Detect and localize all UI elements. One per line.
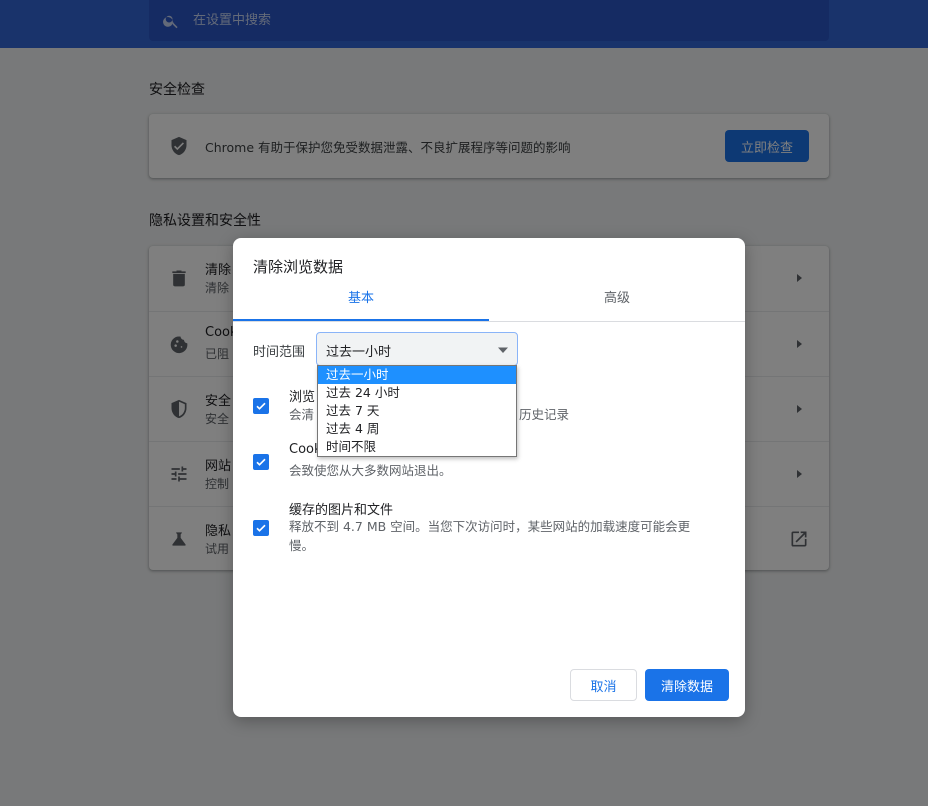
time-range-option-7d[interactable]: 过去 7 天: [318, 402, 516, 420]
time-range-option-4w[interactable]: 过去 4 周: [318, 420, 516, 438]
cookies-checkbox[interactable]: [253, 454, 269, 470]
browsing-history-title: 浏览: [289, 390, 316, 405]
tab-basic[interactable]: 基本: [233, 282, 489, 321]
browsing-history-description-tail: 历史记录: [519, 407, 570, 422]
cancel-button[interactable]: 取消: [570, 669, 637, 701]
dialog-tabs: 基本 高级: [233, 282, 745, 322]
time-range-dropdown: 过去一小时 过去 24 小时 过去 7 天 过去 4 周 时间不限: [317, 365, 517, 457]
caret-down-icon: [497, 344, 509, 356]
time-range-label: 时间范围: [253, 345, 306, 360]
clear-data-button[interactable]: 清除数据: [645, 669, 729, 701]
time-range-option-all[interactable]: 时间不限: [318, 438, 516, 456]
clear-browsing-data-dialog: 清除浏览数据 基本 高级 时间范围 过去一小时 浏览 会清 历史记录 Cook …: [233, 238, 745, 717]
time-range-option-24h[interactable]: 过去 24 小时: [318, 384, 516, 402]
cookies-description: 会致使您从大多数网站退出。: [289, 463, 452, 478]
time-range-value: 过去一小时: [326, 345, 392, 360]
cached-files-checkbox[interactable]: [253, 520, 269, 536]
cached-files-description: 释放不到 4.7 MB 空间。当您下次访问时，某些网站的加载速度可能会更慢。: [289, 519, 691, 553]
time-range-select[interactable]: 过去一小时: [316, 332, 518, 366]
tab-advanced[interactable]: 高级: [489, 282, 745, 321]
browsing-history-checkbox[interactable]: [253, 398, 269, 414]
dialog-title: 清除浏览数据: [253, 258, 344, 276]
cached-files-title: 缓存的图片和文件: [289, 503, 394, 518]
time-range-option-1h[interactable]: 过去一小时: [318, 366, 516, 384]
